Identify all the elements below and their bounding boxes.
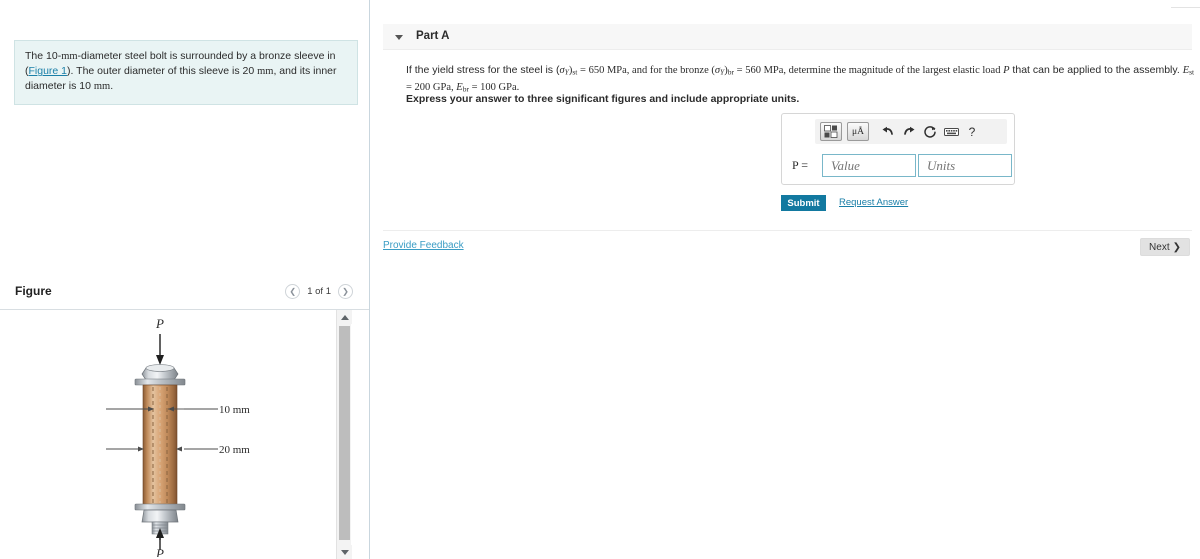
figure-1-link[interactable]: Figure 1: [29, 65, 68, 77]
question-seg3: = 650 MPa, and for the bronze (: [577, 65, 715, 76]
problem-text-part3: ). The outer diameter of this sleeve is …: [67, 65, 258, 78]
redo-button[interactable]: [901, 124, 917, 140]
help-button[interactable]: ?: [964, 124, 980, 140]
figure-header: Figure ❮ 1 of 1 ❯: [0, 276, 369, 310]
problem-statement-box: The 10-mm-diameter steel bolt is surroun…: [14, 40, 358, 105]
top-washer: [134, 378, 186, 386]
question-seg1: If the yield stress for the steel is (: [406, 64, 560, 76]
reset-circle-icon: [924, 125, 936, 138]
figure-page-indicator: 1 of 1: [307, 286, 331, 297]
question-text: If the yield stress for the steel is (σY…: [406, 62, 1196, 97]
math-template-button[interactable]: [820, 122, 842, 141]
triangle-up-icon: [340, 314, 349, 320]
answer-units-input[interactable]: [918, 154, 1012, 177]
chevron-right-icon: ❯: [342, 286, 349, 296]
chevron-right-icon: ❯: [1172, 241, 1181, 253]
subscript-st-2: st: [1189, 67, 1195, 77]
figure-next-button[interactable]: ❯: [338, 284, 353, 299]
figure-label-inner-diameter: 10 mm: [219, 404, 250, 416]
redo-arrow-icon: [904, 126, 915, 135]
figure-pager: ❮ 1 of 1 ❯: [285, 284, 353, 299]
problem-unit-mm-3: mm: [93, 81, 111, 93]
bottom-divider: [383, 230, 1192, 231]
page-root: The 10-mm-diameter steel bolt is surroun…: [0, 0, 1200, 559]
question-seg5: = 560 MPa, determine the magnitude of th…: [734, 65, 1004, 76]
part-a-label: Part A: [416, 30, 450, 42]
chevron-left-icon: ❮: [289, 286, 297, 296]
top-load-arrow-head: [156, 355, 164, 365]
nut: [141, 509, 179, 523]
figure-panel-title: Figure: [15, 284, 52, 298]
scrollbar-up-button[interactable]: [337, 310, 352, 324]
figure-label-load-top: P: [155, 316, 164, 331]
figure-viewport: P 10 mm 20 mm P: [0, 310, 369, 559]
answer-toolbar: μÅ ?: [815, 119, 1007, 144]
figure-prev-button[interactable]: ❮: [285, 284, 301, 299]
undo-button[interactable]: [880, 124, 896, 140]
figure-label-outer-diameter: 20 mm: [219, 444, 250, 456]
problem-unit-mm-2: mm: [257, 66, 274, 78]
right-panel: Part A If the yield stress for the steel…: [371, 0, 1200, 559]
bronze-sleeve: [142, 384, 178, 506]
top-divider: [1171, 7, 1200, 8]
question-seg8: = 100 GPa.: [468, 82, 520, 94]
figure-scrollbar[interactable]: [336, 310, 352, 559]
next-button-label: Next: [1149, 241, 1170, 253]
provide-feedback-link[interactable]: Provide Feedback: [383, 240, 464, 251]
problem-unit-mm-1: mm: [61, 51, 78, 62]
part-a-header[interactable]: Part A: [383, 24, 1192, 50]
left-panel: The 10-mm-diameter steel bolt is surroun…: [0, 0, 370, 559]
problem-statement-text: The 10-mm-diameter steel bolt is surroun…: [25, 49, 347, 95]
undo-arrow-icon: [882, 126, 893, 135]
triangle-down-icon: [340, 549, 349, 555]
answer-equation-row: P =: [792, 154, 1012, 177]
answer-entry-box: μÅ ? P = Value Units: [781, 113, 1015, 185]
bolt-head-top-face: [145, 364, 175, 372]
bolt-sleeve-diagram: P 10 mm 20 mm P: [106, 316, 250, 557]
math-template-icon: [823, 125, 837, 138]
keyboard-button[interactable]: [943, 124, 959, 140]
scrollbar-down-button[interactable]: [337, 545, 352, 559]
bottom-washer: [134, 503, 186, 511]
problem-text-part1: The 10-: [25, 50, 62, 62]
answer-instruction: Express your answer to three significant…: [406, 93, 800, 105]
micro-angstrom-units-icon: μÅ: [852, 126, 864, 137]
units-button[interactable]: μÅ: [847, 122, 869, 141]
problem-text-part5: .: [110, 80, 114, 93]
next-button[interactable]: Next ❯: [1140, 238, 1190, 256]
figure-label-load-bottom: P: [155, 546, 164, 557]
request-answer-link[interactable]: Request Answer: [839, 197, 908, 208]
answer-value-input[interactable]: [822, 154, 916, 177]
caret-down-icon[interactable]: [395, 35, 403, 40]
question-seg7: = 200 GPa,: [406, 82, 457, 94]
scrollbar-thumb[interactable]: [339, 326, 350, 540]
question-seg6: that can be applied to the assembly.: [1009, 64, 1183, 76]
keyboard-icon: [943, 127, 959, 136]
reset-button[interactable]: [922, 124, 938, 140]
help-question-icon: ?: [968, 124, 976, 139]
answer-equation-lhs: P =: [792, 158, 808, 172]
submit-button[interactable]: Submit: [781, 195, 826, 211]
